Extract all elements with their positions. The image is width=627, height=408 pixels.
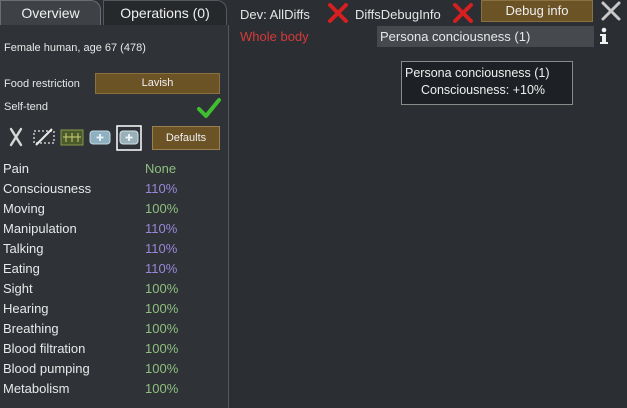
- close-button[interactable]: [600, 0, 622, 22]
- glitterworld-medicine-icon[interactable]: [116, 125, 142, 151]
- capacity-name: Blood pumping: [3, 361, 90, 376]
- tab-overview[interactable]: Overview: [0, 0, 101, 25]
- medical-care-selector: [6, 125, 146, 153]
- capacity-row: Talking 110%: [3, 239, 223, 259]
- self-tend-label: Self-tend: [4, 101, 49, 113]
- capacity-name: Talking: [3, 241, 44, 256]
- capacity-row: Manipulation 110%: [3, 219, 223, 239]
- capacity-value: 100%: [145, 201, 179, 216]
- capacity-row: Breathing 100%: [3, 319, 223, 339]
- capacities-list: Pain None Consciousness 110% Moving 100%…: [3, 159, 223, 399]
- capacity-row: Sight 100%: [3, 279, 223, 299]
- food-restriction-label: Food restriction: [4, 78, 80, 90]
- industrial-medicine-icon[interactable]: [89, 130, 111, 145]
- tooltip-title: Persona conciousness (1): [405, 66, 550, 80]
- body-part-label: Whole body: [240, 29, 309, 44]
- debug-info-button[interactable]: Debug info: [481, 0, 593, 22]
- dev-all-diffs-label: Dev: AllDiffs: [240, 7, 310, 22]
- food-restriction-button[interactable]: Lavish: [95, 73, 220, 94]
- red-x-icon: [453, 3, 473, 23]
- capacity-name: Blood filtration: [3, 341, 86, 356]
- capacity-value: 100%: [145, 381, 179, 396]
- capacity-name: Moving: [3, 201, 45, 216]
- capacity-value: None: [145, 161, 177, 176]
- capacity-value: 110%: [145, 261, 178, 276]
- capacity-row: Blood pumping 100%: [3, 359, 223, 379]
- tooltip-effect: Consciousness: +10%: [421, 83, 546, 97]
- capacity-row: Moving 100%: [3, 199, 223, 219]
- capacity-value: 100%: [145, 321, 179, 336]
- diffs-debug-info-label: DiffsDebugInfo: [355, 7, 441, 22]
- tab-operations[interactable]: Operations (0): [103, 0, 227, 25]
- info-button[interactable]: [597, 26, 611, 46]
- capacity-row: Blood filtration 100%: [3, 339, 223, 359]
- all-diffs-toggle[interactable]: [327, 3, 349, 23]
- capacity-row: Eating 110%: [3, 259, 223, 279]
- capacity-row: Hearing 100%: [3, 299, 223, 319]
- capacity-name: Hearing: [3, 301, 49, 316]
- hediff-name[interactable]: Persona conciousness (1): [380, 29, 530, 44]
- no-medicine-icon[interactable]: [33, 128, 55, 146]
- capacity-name: Sight: [3, 281, 33, 296]
- capacity-value: 100%: [145, 301, 179, 316]
- capacity-name: Eating: [3, 261, 40, 276]
- capacity-name: Manipulation: [3, 221, 77, 236]
- checkmark-icon: [197, 98, 221, 118]
- capacity-value: 100%: [145, 361, 179, 376]
- capacity-value: 100%: [145, 341, 179, 356]
- red-x-icon: [328, 3, 348, 23]
- capacity-row: Consciousness 110%: [3, 179, 223, 199]
- health-overview-panel: Female human, age 67 (478) Food restrict…: [0, 25, 229, 408]
- capacity-value: 110%: [145, 181, 178, 196]
- pawn-description: Female human, age 67 (478): [4, 42, 146, 54]
- capacity-value: 100%: [145, 281, 179, 296]
- diffs-debug-info-toggle[interactable]: [452, 3, 474, 23]
- capacity-name: Breathing: [3, 321, 59, 336]
- capacity-value: 110%: [145, 221, 178, 236]
- defaults-button[interactable]: Defaults: [152, 126, 220, 150]
- capacity-name: Metabolism: [3, 381, 70, 396]
- capacity-name: Consciousness: [3, 181, 92, 196]
- info-icon: [600, 27, 608, 44]
- no-care-icon[interactable]: [9, 127, 23, 147]
- close-icon: [601, 1, 621, 21]
- hediff-tooltip: Persona conciousness (1) Consciousness: …: [401, 61, 573, 105]
- capacity-value: 110%: [145, 241, 178, 256]
- self-tend-checkbox[interactable]: [197, 97, 221, 119]
- herbal-medicine-icon[interactable]: [60, 129, 84, 146]
- capacity-name: Pain: [3, 161, 30, 176]
- capacity-row: Metabolism 100%: [3, 379, 223, 399]
- capacity-row: Pain None: [3, 159, 223, 179]
